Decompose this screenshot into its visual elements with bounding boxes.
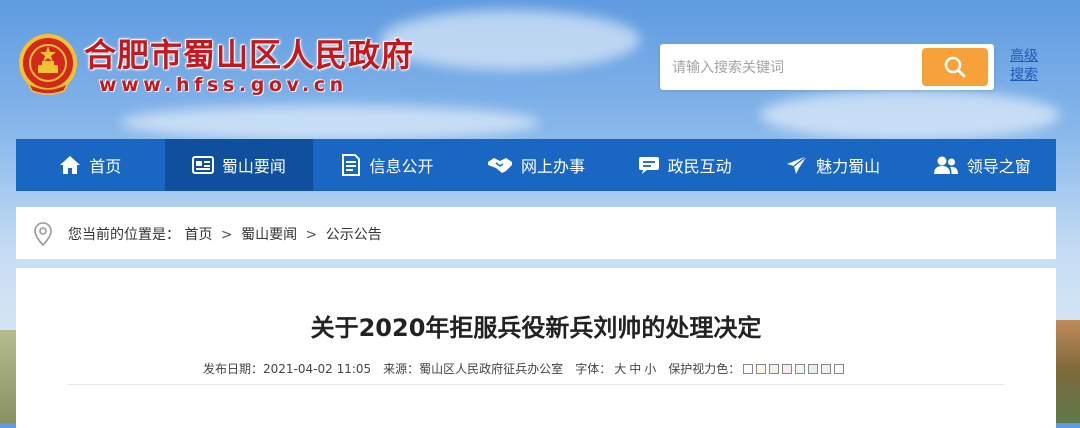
news-icon bbox=[191, 156, 214, 174]
search-button[interactable] bbox=[922, 48, 988, 86]
breadcrumb-separator: > bbox=[305, 227, 318, 243]
handshake-icon bbox=[488, 158, 513, 173]
source-label: 来源： bbox=[383, 362, 420, 376]
source-value: 蜀山区人民政府征兵办公室 bbox=[419, 362, 564, 376]
eye-color-swatch[interactable] bbox=[834, 363, 845, 374]
nav-label: 首页 bbox=[89, 157, 122, 176]
chat-icon bbox=[638, 157, 659, 174]
eye-color-swatch[interactable] bbox=[743, 363, 754, 374]
search-box bbox=[660, 44, 994, 90]
breadcrumb-home[interactable]: 首页 bbox=[184, 227, 212, 243]
font-size-large[interactable]: 大 bbox=[614, 360, 626, 377]
national-emblem-icon bbox=[18, 33, 78, 97]
document-icon bbox=[342, 154, 361, 176]
eye-care-color-label: 保护视力色： bbox=[668, 362, 741, 376]
nav-home[interactable]: 首页 bbox=[16, 139, 165, 191]
cloud bbox=[120, 105, 540, 140]
search-input[interactable] bbox=[670, 56, 914, 80]
main-nav: 首页 蜀山要闻 信息公开 网上办事 政民互动 魅力蜀山 领导之窗 bbox=[16, 139, 1056, 191]
cloud bbox=[380, 10, 640, 70]
breadcrumb: 您当前的位置是： 首页 > 蜀山要闻 > 公示公告 bbox=[68, 224, 382, 244]
nav-label: 信息公开 bbox=[369, 157, 434, 176]
nav-label: 政民互动 bbox=[667, 157, 732, 176]
search-icon bbox=[944, 56, 966, 78]
home-icon bbox=[60, 156, 81, 174]
font-size-medium[interactable]: 中 bbox=[629, 360, 641, 377]
eye-color-swatch[interactable] bbox=[756, 363, 767, 374]
location-pin-icon bbox=[34, 222, 52, 246]
nav-label: 领导之窗 bbox=[966, 157, 1031, 176]
article-panel: 关于2020年拒服兵役新兵刘帅的处理决定 发布日期： 2021-04-02 11… bbox=[16, 268, 1056, 428]
nav-online-services[interactable]: 网上办事 bbox=[462, 139, 611, 191]
breadcrumb-public-notice[interactable]: 公示公告 bbox=[326, 227, 382, 243]
eye-color-swatch[interactable] bbox=[769, 363, 780, 374]
nav-label: 蜀山要闻 bbox=[221, 157, 286, 176]
nav-leaders-window[interactable]: 领导之窗 bbox=[907, 139, 1056, 191]
nav-public-interaction[interactable]: 政民互动 bbox=[610, 139, 759, 191]
breadcrumb-shushan-news[interactable]: 蜀山要闻 bbox=[241, 227, 297, 243]
nav-shushan-news[interactable]: 蜀山要闻 bbox=[164, 139, 314, 191]
nav-charming-shushan[interactable]: 魅力蜀山 bbox=[759, 139, 908, 191]
font-size-label: 字体： bbox=[575, 362, 612, 376]
article-meta: 发布日期： 2021-04-02 11:05 来源： 蜀山区人民政府征兵办公室 … bbox=[203, 360, 845, 377]
people-icon bbox=[933, 156, 958, 174]
site-domain: www.hfss.gov.cn bbox=[99, 74, 348, 96]
breadcrumb-bar: 您当前的位置是： 首页 > 蜀山要闻 > 公示公告 bbox=[16, 207, 1056, 259]
cloud bbox=[760, 90, 1060, 140]
breadcrumb-prefix: 您当前的位置是： bbox=[68, 227, 180, 243]
publish-date: 2021-04-02 11:05 bbox=[263, 361, 372, 376]
send-icon bbox=[787, 155, 808, 174]
eye-color-swatch[interactable] bbox=[782, 363, 793, 374]
article-title: 关于2020年拒服兵役新兵刘帅的处理决定 bbox=[310, 314, 762, 342]
divider bbox=[68, 384, 1004, 385]
eye-color-swatch[interactable] bbox=[821, 363, 832, 374]
font-size-small[interactable]: 小 bbox=[644, 360, 656, 377]
nav-info-disclosure[interactable]: 信息公开 bbox=[313, 139, 462, 191]
site-title: 合肥市蜀山区人民政府 bbox=[84, 36, 415, 74]
breadcrumb-separator: > bbox=[220, 227, 233, 243]
publish-date-label: 发布日期： bbox=[203, 362, 264, 376]
eye-color-swatch[interactable] bbox=[795, 363, 806, 374]
advanced-search-link[interactable]: 高级搜索 bbox=[1010, 47, 1042, 85]
nav-label: 网上办事 bbox=[521, 157, 586, 176]
eye-color-swatch[interactable] bbox=[808, 363, 819, 374]
background-scenery bbox=[1054, 320, 1080, 423]
nav-label: 魅力蜀山 bbox=[816, 157, 881, 176]
